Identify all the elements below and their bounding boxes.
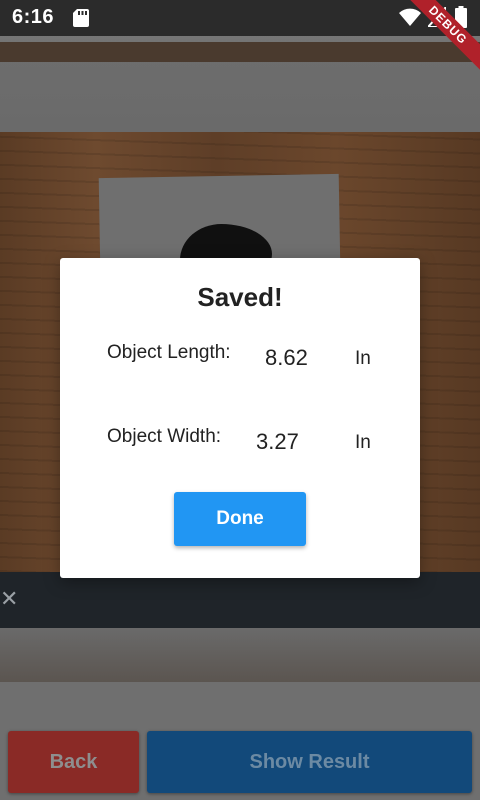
show-result-button[interactable]: Show Result <box>147 731 472 793</box>
object-length-label: Object Length: <box>107 342 231 363</box>
photo-dark-strip: ✕ <box>0 572 480 628</box>
photo-top-frame <box>0 36 480 132</box>
object-width-label: Object Width: <box>107 426 222 447</box>
wifi-icon <box>399 8 421 26</box>
signal-icon <box>428 7 446 27</box>
app-screen: 6:16 DEBUG ✕ Back Show Result Saved! Obj… <box>0 0 480 800</box>
object-width-unit: In <box>355 432 371 453</box>
saved-dialog: Saved! Object Length: 8.62 In Object Wid… <box>60 258 420 578</box>
dialog-title: Saved! <box>197 282 283 312</box>
battery-icon <box>455 6 467 28</box>
status-time: 6:16 <box>12 6 55 28</box>
done-button[interactable]: Done <box>174 492 306 546</box>
photo-bottom-band <box>0 628 480 682</box>
object-length-value: 8.62 <box>265 345 308 370</box>
object-length-unit: In <box>355 348 371 369</box>
object-width-value: 3.27 <box>256 429 299 454</box>
back-button[interactable]: Back <box>8 731 139 793</box>
sd-card-icon <box>73 9 89 27</box>
status-bar: 6:16 <box>0 0 480 36</box>
